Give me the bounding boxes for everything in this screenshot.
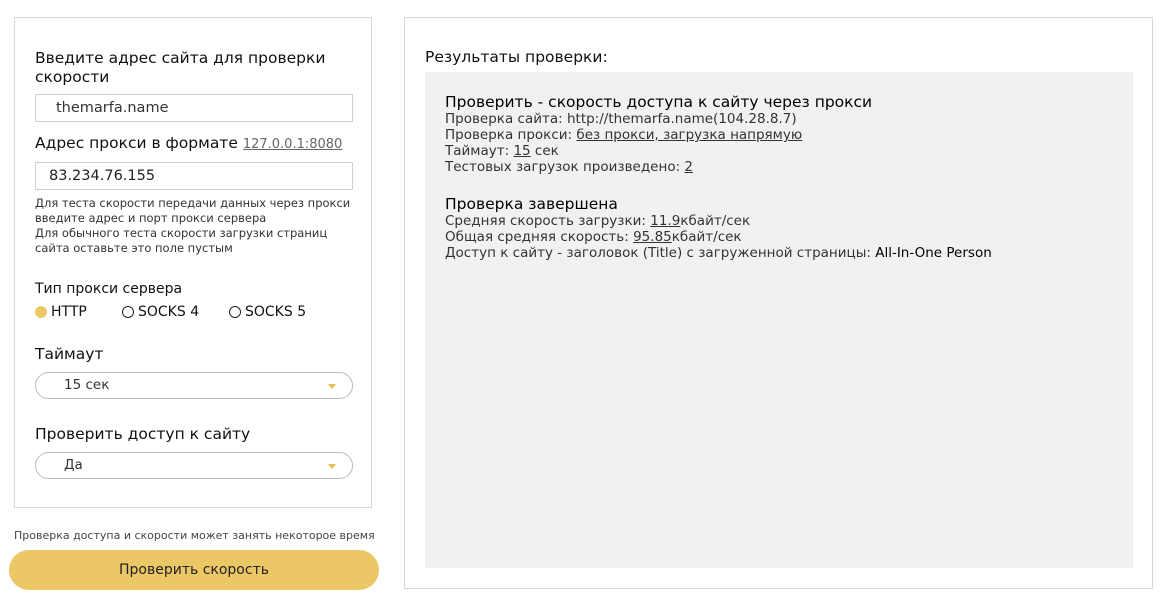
timeout-value-link[interactable]: 15 <box>513 143 530 159</box>
proxy-value-link[interactable]: без прокси, загрузка напрямую <box>576 127 802 143</box>
avg-speed-link[interactable]: 11.9 <box>650 213 680 229</box>
timeout-select[interactable]: 15 сек <box>35 372 353 399</box>
radio-unselected-icon <box>122 306 134 318</box>
avg-speed-line: Средняя скорость загрузки: 11.9кбайт/сек <box>445 213 992 229</box>
results-heading: Проверить - скорость доступа к сайту чер… <box>445 93 873 111</box>
proxy-check-line: Проверка прокси: без прокси, загрузка на… <box>445 127 872 143</box>
chevron-down-icon <box>328 464 336 469</box>
results-heading: Проверка завершена <box>445 195 618 213</box>
line-suffix: кбайт/сек <box>671 229 742 245</box>
radio-unselected-icon <box>229 306 241 318</box>
site-address-input[interactable]: themarfa.name <box>35 94 353 122</box>
proxy-hint-line: Для обычного теста скорости загрузки стр… <box>35 226 328 240</box>
results-block-complete: Проверка завершена Средняя скорость загр… <box>445 195 992 261</box>
line-prefix: Доступ к сайту - заголовок (Title) с заг… <box>445 245 876 261</box>
proxy-address-label: Адрес прокси в формате 127.0.0.1:8080 <box>35 134 342 154</box>
proxy-type-http-radio[interactable]: HTTP <box>35 304 87 320</box>
line-prefix: Проверка прокси: <box>445 127 577 143</box>
proxy-address-input[interactable]: 83.234.76.155 <box>35 162 353 190</box>
total-speed-link[interactable]: 95.85 <box>633 229 672 245</box>
proxy-hint-line: Для теста скорости передачи данных через… <box>35 196 351 210</box>
page-title-value: All-In-One Person <box>875 245 992 261</box>
site-address-label: Введите адрес сайта для проверки скорост… <box>35 49 326 86</box>
proxy-address-label-text: Адрес прокси в формате <box>35 134 238 152</box>
total-speed-line: Общая средняя скорость: 95.85кбайт/сек <box>445 229 992 245</box>
radio-selected-icon <box>35 306 47 318</box>
proxy-hint-line: сайта оставьте это поле пустым <box>35 241 233 255</box>
line-prefix: Тестовых загрузок произведено: <box>445 159 685 175</box>
results-block-proxy-check: Проверить - скорость доступа к сайту чер… <box>445 93 872 175</box>
access-check-label: Проверить доступ к сайту <box>35 425 251 443</box>
access-check-selected-value: Да <box>64 457 83 473</box>
check-duration-note: Проверка доступа и скорости может занять… <box>14 529 375 542</box>
radio-label: SOCKS 5 <box>245 304 307 320</box>
tests-count-line: Тестовых загрузок произведено: 2 <box>445 159 872 175</box>
line-prefix: Общая средняя скорость: <box>445 229 634 245</box>
access-check-select[interactable]: Да <box>35 452 353 479</box>
results-title: Результаты проверки: <box>425 48 608 66</box>
timeout-line: Таймаут: 15 сек <box>445 143 872 159</box>
page-title-line: Доступ к сайту - заголовок (Title) с заг… <box>445 245 992 261</box>
proxy-type-socks4-radio[interactable]: SOCKS 4 <box>122 304 199 320</box>
timeout-label: Таймаут <box>35 345 104 363</box>
line-suffix: кбайт/сек <box>680 213 751 229</box>
timeout-selected-value: 15 сек <box>64 377 110 393</box>
line-suffix: сек <box>530 143 559 159</box>
results-box: Проверить - скорость доступа к сайту чер… <box>425 72 1133 568</box>
radio-label: HTTP <box>51 304 87 320</box>
line-prefix: Средняя скорость загрузки: <box>445 213 651 229</box>
proxy-type-socks5-radio[interactable]: SOCKS 5 <box>229 304 306 320</box>
proxy-format-example-link[interactable]: 127.0.0.1:8080 <box>243 137 343 152</box>
site-check-line: Проверка сайта: http://themarfa.name(104… <box>445 111 797 127</box>
proxy-type-label: Тип прокси сервера <box>35 281 183 297</box>
chevron-down-icon <box>328 384 336 389</box>
radio-label: SOCKS 4 <box>138 304 200 320</box>
line-prefix: Таймаут: <box>445 143 514 159</box>
proxy-hint-line: введите адрес и порт прокси сервера <box>35 211 267 225</box>
proxy-hint: Для теста скорости передачи данных через… <box>35 196 350 256</box>
check-speed-button[interactable]: Проверить скорость <box>9 550 379 590</box>
tests-count-link[interactable]: 2 <box>684 159 693 175</box>
